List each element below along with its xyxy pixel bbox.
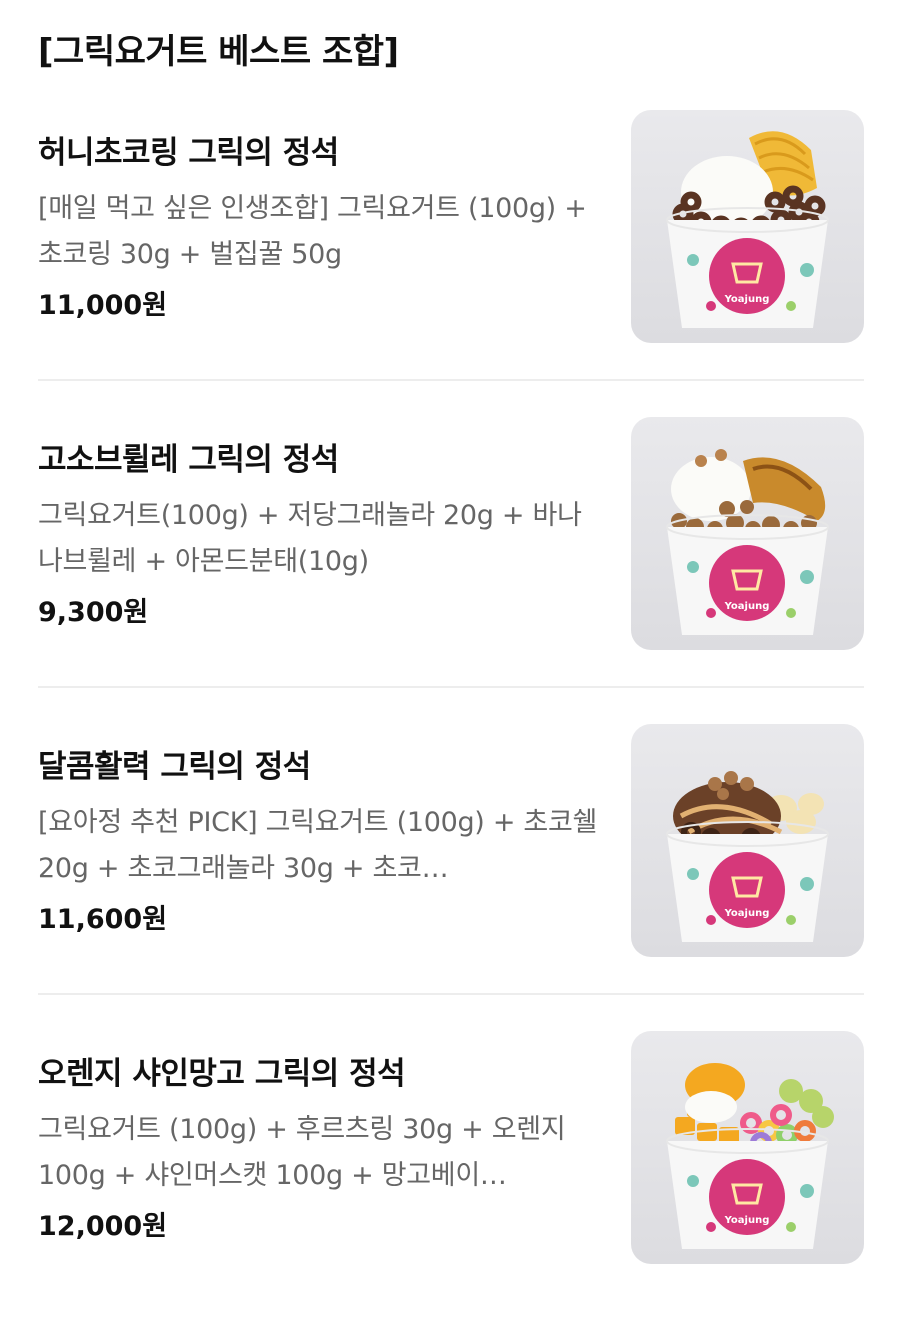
menu-item-sweet-energy[interactable]: 달콤활력 그릭의 정석 [요아정 추천 PICK] 그릭요거트 (100g) +… bbox=[0, 722, 900, 1029]
menu-item-description: [요아정 추천 PICK] 그릭요거트 (100g) + 초코쉘 20g + 초… bbox=[38, 807, 598, 884]
bowl-image: Yoajung bbox=[666, 1063, 834, 1249]
menu-item-text: 허니초코링 그릭의 정석 [매일 먹고 싶은 인생조합] 그릭요거트 (100g… bbox=[38, 108, 603, 326]
cup-brand-text: Yoajung bbox=[724, 294, 770, 305]
divider bbox=[38, 379, 864, 381]
menu-item-honey-choco[interactable]: 허니초코링 그릭의 정석 [매일 먹고 싶은 인생조합] 그릭요거트 (100g… bbox=[0, 108, 900, 415]
yogurt-scoop bbox=[671, 457, 751, 521]
mango-fruit-ring-yogurt-bowl-icon[interactable]: Yoajung bbox=[631, 1031, 864, 1264]
menu-item-description: 그릭요거트(100g) + 저당그래놀라 20g + 바나나브륄레 + 아몬드분… bbox=[38, 500, 582, 577]
bowl-image: Yoajung bbox=[666, 449, 829, 635]
menu-item-description: 그릭요거트 (100g) + 후르츠링 30g + 오렌지 100g + 샤인머… bbox=[38, 1114, 566, 1191]
bowl-image: Yoajung bbox=[666, 771, 829, 942]
bowl-image: Yoajung bbox=[666, 131, 829, 328]
menu-item-price: 11,600원 bbox=[38, 904, 168, 935]
cup-brand-text: Yoajung bbox=[724, 601, 770, 612]
menu-item-name: 오렌지 샤인망고 그릭의 정석 bbox=[38, 1056, 406, 1092]
cup-brand-text: Yoajung bbox=[724, 1215, 770, 1226]
menu-list: 허니초코링 그릭의 정석 [매일 먹고 싶은 인생조합] 그릭요거트 (100g… bbox=[0, 108, 900, 1336]
banana-brulee-topping bbox=[743, 457, 826, 521]
menu-item-price: 9,300원 bbox=[38, 597, 149, 628]
menu-item-price: 11,000원 bbox=[38, 290, 168, 321]
menu-item-orange-mango[interactable]: 오렌지 샤인망고 그릭의 정석 그릭요거트 (100g) + 후르츠링 30g … bbox=[0, 1029, 900, 1336]
menu-item-name: 고소브륄레 그릭의 정석 bbox=[38, 442, 339, 478]
divider bbox=[38, 686, 864, 688]
choco-granola-yogurt-bowl-icon[interactable]: Yoajung bbox=[631, 724, 864, 957]
granola-banana-yogurt-bowl-icon[interactable]: Yoajung bbox=[631, 417, 864, 650]
menu-item-text: 오렌지 샤인망고 그릭의 정석 그릭요거트 (100g) + 후르츠링 30g … bbox=[38, 1029, 603, 1247]
section-title: [그릭요거트 베스트 조합] bbox=[38, 32, 399, 72]
menu-item-name: 허니초코링 그릭의 정석 bbox=[38, 135, 339, 171]
divider bbox=[38, 993, 864, 995]
menu-item-text: 고소브륄레 그릭의 정석 그릭요거트(100g) + 저당그래놀라 20g + … bbox=[38, 415, 603, 633]
menu-item-price: 12,000원 bbox=[38, 1211, 168, 1242]
cup-brand-text: Yoajung bbox=[724, 908, 770, 919]
menu-item-banana-brulee[interactable]: 고소브륄레 그릭의 정석 그릭요거트(100g) + 저당그래놀라 20g + … bbox=[0, 415, 900, 722]
yogurt-scoop bbox=[685, 1091, 737, 1123]
menu-page: [그릭요거트 베스트 조합] 허니초코링 그릭의 정석 [매일 먹고 싶은 인생… bbox=[0, 0, 900, 1281]
honey-choco-ring-yogurt-bowl-icon[interactable]: Yoajung bbox=[631, 110, 864, 343]
menu-item-name: 달콤활력 그릭의 정석 bbox=[38, 749, 311, 785]
menu-item-description: [매일 먹고 싶은 인생조합] 그릭요거트 (100g) + 초코링 30g +… bbox=[38, 193, 587, 270]
menu-item-text: 달콤활력 그릭의 정석 [요아정 추천 PICK] 그릭요거트 (100g) +… bbox=[38, 722, 603, 940]
